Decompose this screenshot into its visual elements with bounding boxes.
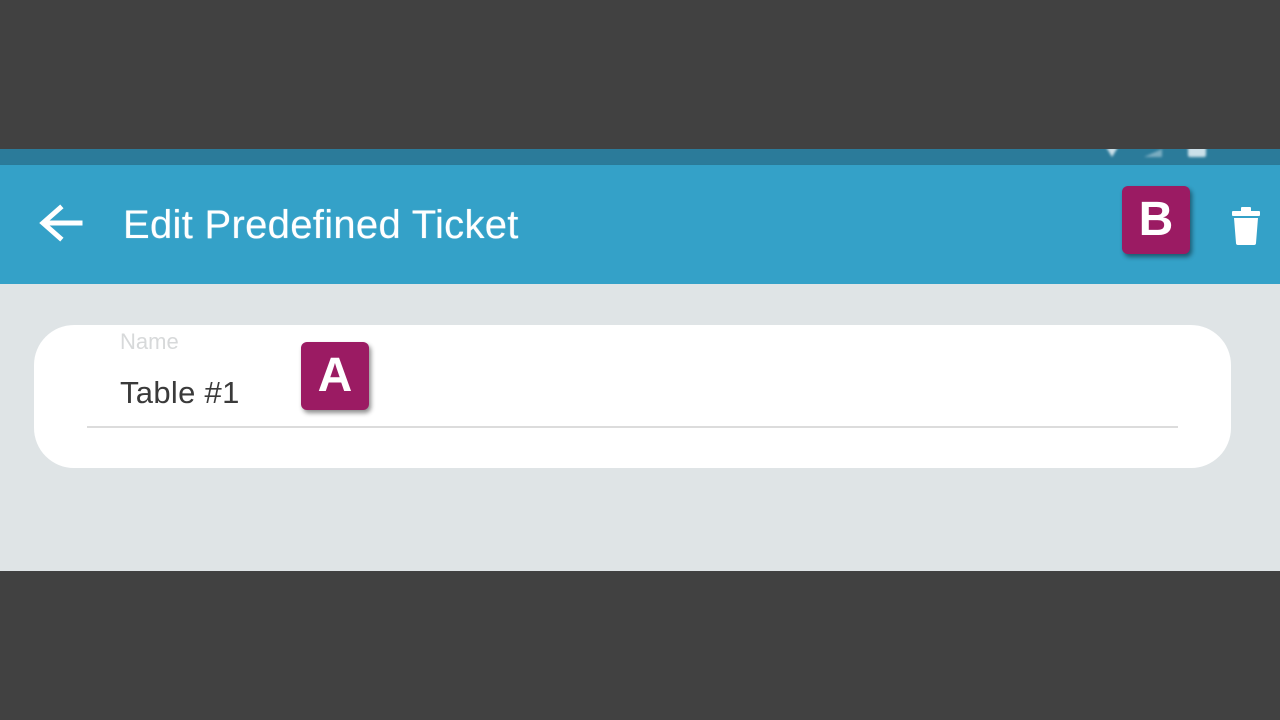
name-card: Name xyxy=(34,325,1231,468)
battery-icon xyxy=(1188,149,1206,157)
name-field-label: Name xyxy=(120,329,179,354)
trash-icon xyxy=(1232,207,1260,245)
delete-button[interactable] xyxy=(1222,201,1270,249)
input-underline xyxy=(87,426,1178,428)
arrow-left-icon xyxy=(39,204,83,242)
page-title: Edit Predefined Ticket xyxy=(123,203,519,247)
app-screen: Edit Predefined Ticket Name xyxy=(0,149,1280,571)
status-icons xyxy=(1106,149,1280,157)
signal-icon xyxy=(1144,149,1162,157)
content-area: Name xyxy=(0,284,1280,571)
letterbox-frame: Edit Predefined Ticket Name A B xyxy=(0,0,1280,720)
name-input[interactable] xyxy=(120,367,1178,419)
status-bar xyxy=(0,149,1280,165)
wifi-icon xyxy=(1106,149,1118,157)
clock-icon xyxy=(1232,149,1280,157)
app-bar: Edit Predefined Ticket xyxy=(0,165,1280,284)
back-button[interactable] xyxy=(32,201,88,249)
annotation-marker-a: A xyxy=(301,342,369,410)
annotation-marker-b: B xyxy=(1122,186,1190,254)
